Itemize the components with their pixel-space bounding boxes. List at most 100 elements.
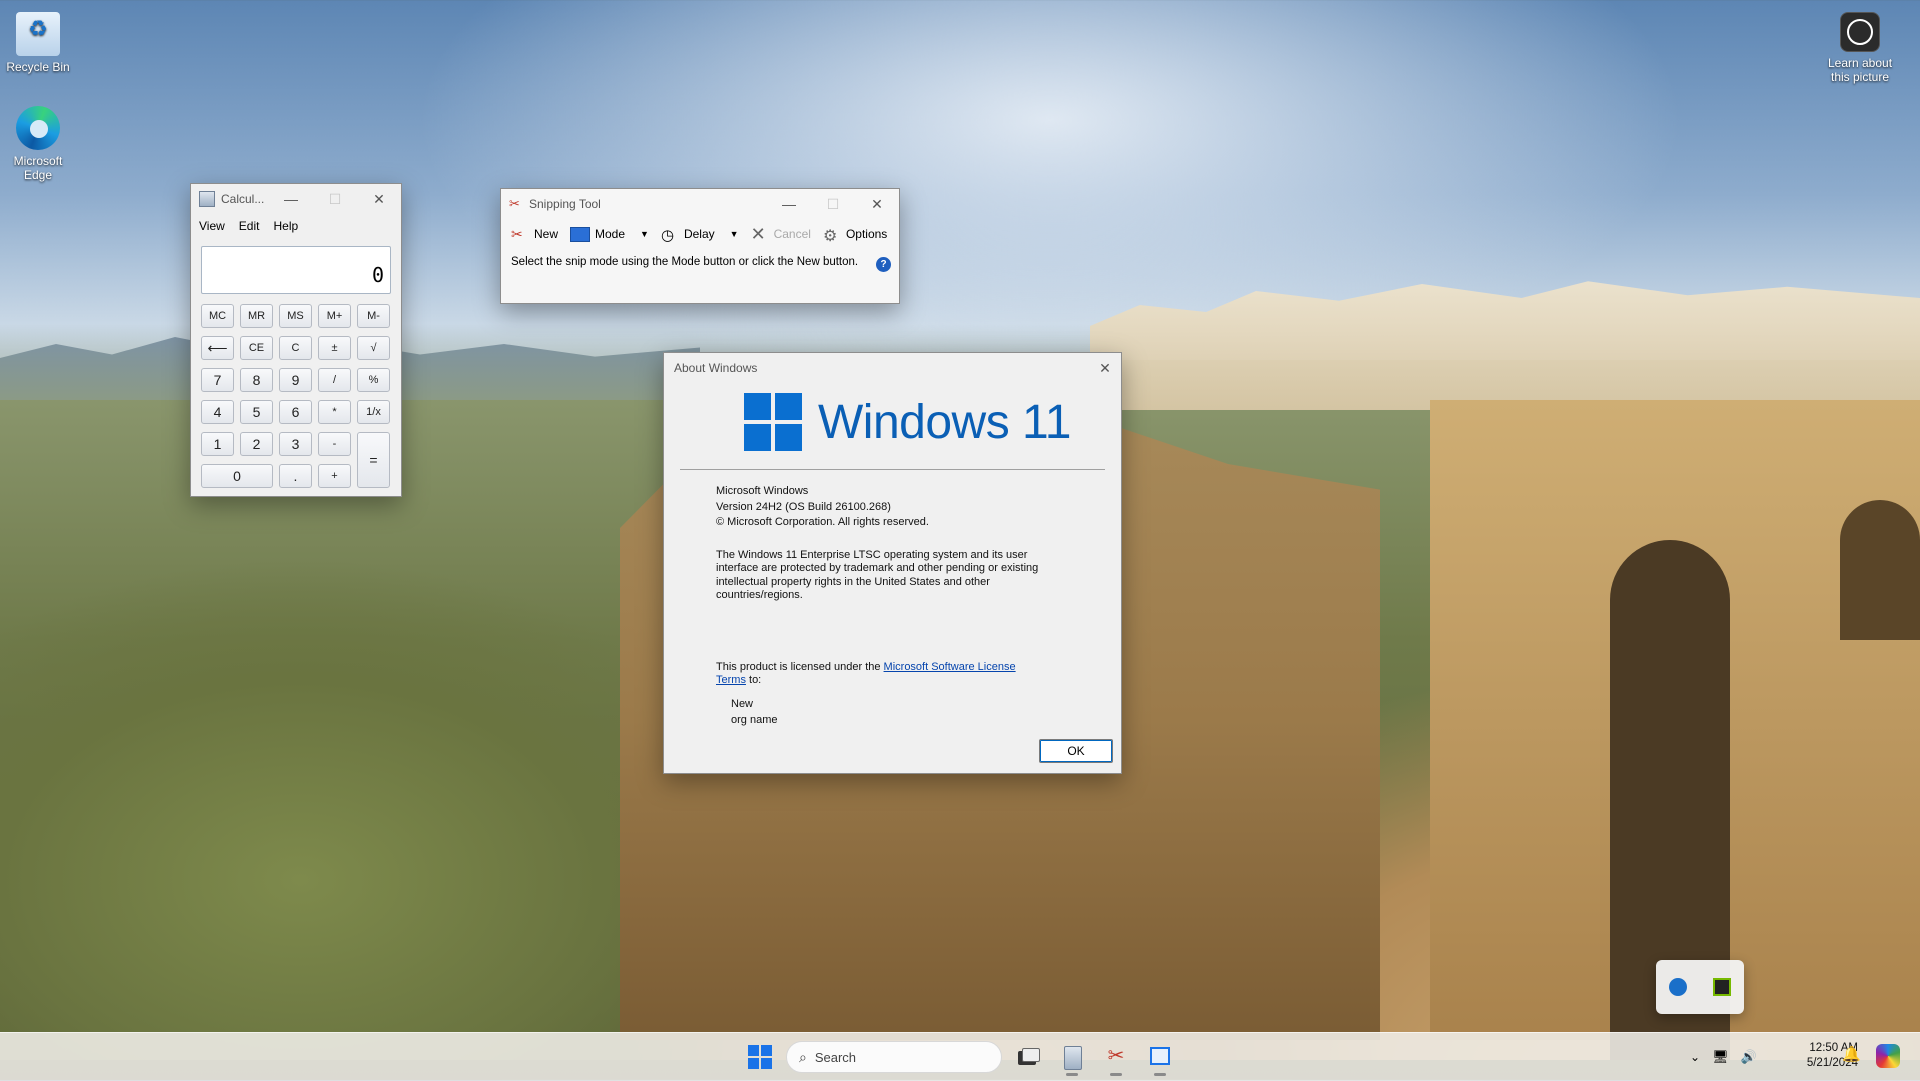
key-reciprocal[interactable]: 1/x	[357, 400, 390, 424]
calculator-window[interactable]: Calcul... — ☐ ✕ View Edit Help 0 MC MR M…	[190, 183, 402, 497]
chevron-up-icon[interactable]: ⌄	[1690, 1050, 1700, 1064]
cancel-x-icon: ✕	[750, 224, 766, 244]
key-divide[interactable]: /	[318, 368, 351, 392]
product-name: Microsoft Windows	[716, 485, 809, 497]
key-ce[interactable]: CE	[240, 336, 273, 360]
desktop-icon-learn-about-picture[interactable]: Learn about this picture	[1822, 12, 1898, 84]
instruction-text: Select the snip mode using the Mode butt…	[511, 256, 859, 268]
defender-icon[interactable]	[1669, 978, 1687, 996]
copyright-text: © Microsoft Corporation. All rights rese…	[716, 516, 929, 528]
cancel-label: Cancel	[773, 227, 811, 241]
maximize-button[interactable]: ☐	[811, 189, 855, 219]
key-mr[interactable]: MR	[240, 304, 273, 328]
task-view-icon[interactable]	[1014, 1043, 1042, 1071]
license-prefix: This product is licensed under the	[716, 660, 884, 673]
license-text: This product is licensed under the Micro…	[664, 661, 1121, 688]
desktop-icon-recycle-bin[interactable]: ♻ Recycle Bin	[0, 12, 76, 74]
close-button[interactable]: ✕	[855, 189, 899, 219]
options-button[interactable]: ⚙ Options	[817, 221, 893, 247]
key-ms[interactable]: MS	[279, 304, 312, 328]
about-windows-titlebar[interactable]: About Windows ✕	[664, 353, 1121, 383]
chevron-down-icon: ▼	[640, 229, 649, 239]
window-title: Snipping Tool	[529, 197, 601, 211]
key-5[interactable]: 5	[240, 400, 273, 424]
taskbar-search-box[interactable]: ⌕ Search	[786, 1041, 1002, 1073]
cancel-button[interactable]: ✕ Cancel	[745, 221, 817, 247]
key-m-plus[interactable]: M+	[318, 304, 351, 328]
tray-overflow-flyout	[1656, 960, 1744, 1014]
key-subtract[interactable]: -	[318, 432, 351, 456]
key-c[interactable]: C	[279, 336, 312, 360]
delay-label: Delay	[683, 227, 715, 241]
about-windows-dialog[interactable]: About Windows ✕ Windows 11 Microsoft Win…	[663, 352, 1122, 774]
recycle-bin-icon: ♻	[16, 12, 60, 56]
key-multiply[interactable]: *	[318, 400, 351, 424]
copilot-icon[interactable]	[1876, 1044, 1900, 1068]
license-suffix: to:	[745, 674, 762, 686]
notifications-icon[interactable]: 🔔	[1842, 1045, 1862, 1065]
version-text: Version 24H2 (OS Build 26100.268)	[716, 500, 891, 513]
calculator-titlebar[interactable]: Calcul... — ☐ ✕	[191, 184, 401, 214]
key-4[interactable]: 4	[201, 400, 234, 424]
key-1[interactable]: 1	[201, 432, 234, 456]
key-decimal[interactable]: .	[279, 464, 312, 488]
key-mc[interactable]: MC	[201, 304, 234, 328]
delay-button[interactable]: ◷ Delay ▼	[655, 221, 745, 247]
key-add[interactable]: +	[318, 464, 351, 488]
ok-button[interactable]: OK	[1039, 739, 1113, 763]
key-9[interactable]: 9	[279, 368, 312, 392]
mode-button[interactable]: Mode ▼	[564, 221, 655, 247]
key-plus-minus[interactable]: ±	[318, 336, 351, 360]
minimize-button[interactable]: —	[269, 184, 313, 214]
key-6[interactable]: 6	[279, 400, 312, 424]
key-3[interactable]: 3	[279, 432, 312, 456]
options-label: Options	[845, 227, 888, 241]
wallpaper-bridge-arch-small	[1840, 500, 1920, 640]
key-8[interactable]: 8	[240, 368, 273, 392]
key-0[interactable]: 0	[201, 464, 273, 488]
key-backspace[interactable]: ⟵	[201, 336, 234, 360]
gear-icon: ⚙	[822, 228, 838, 245]
menu-help[interactable]: Help	[273, 219, 298, 233]
desktop-icon-edge[interactable]: Microsoft Edge	[0, 106, 76, 182]
snipping-tool-titlebar[interactable]: ✂ Snipping Tool — ☐ ✕	[501, 189, 899, 219]
chevron-down-icon: ▼	[729, 229, 739, 239]
desktop-icon-label: Recycle Bin	[6, 60, 70, 74]
licensee-user: New	[731, 697, 754, 710]
calculator-taskbar-icon[interactable]	[1058, 1043, 1086, 1076]
key-equals[interactable]: =	[357, 432, 390, 488]
new-snip-button[interactable]: ✂ New	[505, 221, 564, 247]
snipping-tool-window[interactable]: ✂ Snipping Tool — ☐ ✕ ✂ New Mode ▼ ◷ Del…	[500, 188, 900, 304]
camera-icon	[1840, 12, 1880, 52]
volume-icon[interactable]: 🔊	[1741, 1049, 1757, 1065]
maximize-button[interactable]: ☐	[313, 184, 357, 214]
key-7[interactable]: 7	[201, 368, 234, 392]
start-icon[interactable]	[748, 1045, 772, 1069]
key-sqrt[interactable]: √	[357, 336, 390, 360]
key-percent[interactable]: %	[357, 368, 390, 392]
scissors-icon: ✂	[509, 196, 520, 211]
divider	[680, 469, 1105, 470]
windows-logo-icon	[744, 393, 802, 451]
about-windows-taskbar-icon[interactable]	[1146, 1043, 1174, 1076]
new-label: New	[534, 227, 559, 241]
system-tray: ⌄ 🖥 🔊	[1690, 1033, 1757, 1081]
desktop-icon-label: Microsoft Edge	[13, 154, 63, 182]
product-info: Microsoft Windows Version 24H2 (OS Build…	[664, 484, 1121, 531]
snipping-tool-taskbar-icon[interactable]: ✂	[1102, 1043, 1130, 1076]
menu-view[interactable]: View	[199, 219, 225, 233]
help-icon[interactable]: ?	[876, 257, 891, 272]
mode-icon	[570, 226, 591, 242]
close-button[interactable]: ✕	[357, 184, 401, 214]
key-m-minus[interactable]: M-	[357, 304, 390, 328]
minimize-button[interactable]: —	[767, 189, 811, 219]
menu-edit[interactable]: Edit	[239, 219, 260, 233]
legal-text: The Windows 11 Enterprise LTSC operating…	[716, 548, 1039, 602]
close-button[interactable]: ✕	[1089, 353, 1121, 383]
windows-brand-text: Windows 11	[818, 395, 1071, 449]
nvidia-icon[interactable]	[1713, 978, 1731, 996]
key-2[interactable]: 2	[240, 432, 273, 456]
network-icon[interactable]: 🖥	[1712, 1049, 1729, 1065]
calculator-display: 0	[201, 246, 391, 294]
taskbar: ⌕ Search ✂ ⌄ 🖥 🔊 12:50 AM 5/21/2024 🔔	[0, 1032, 1920, 1081]
